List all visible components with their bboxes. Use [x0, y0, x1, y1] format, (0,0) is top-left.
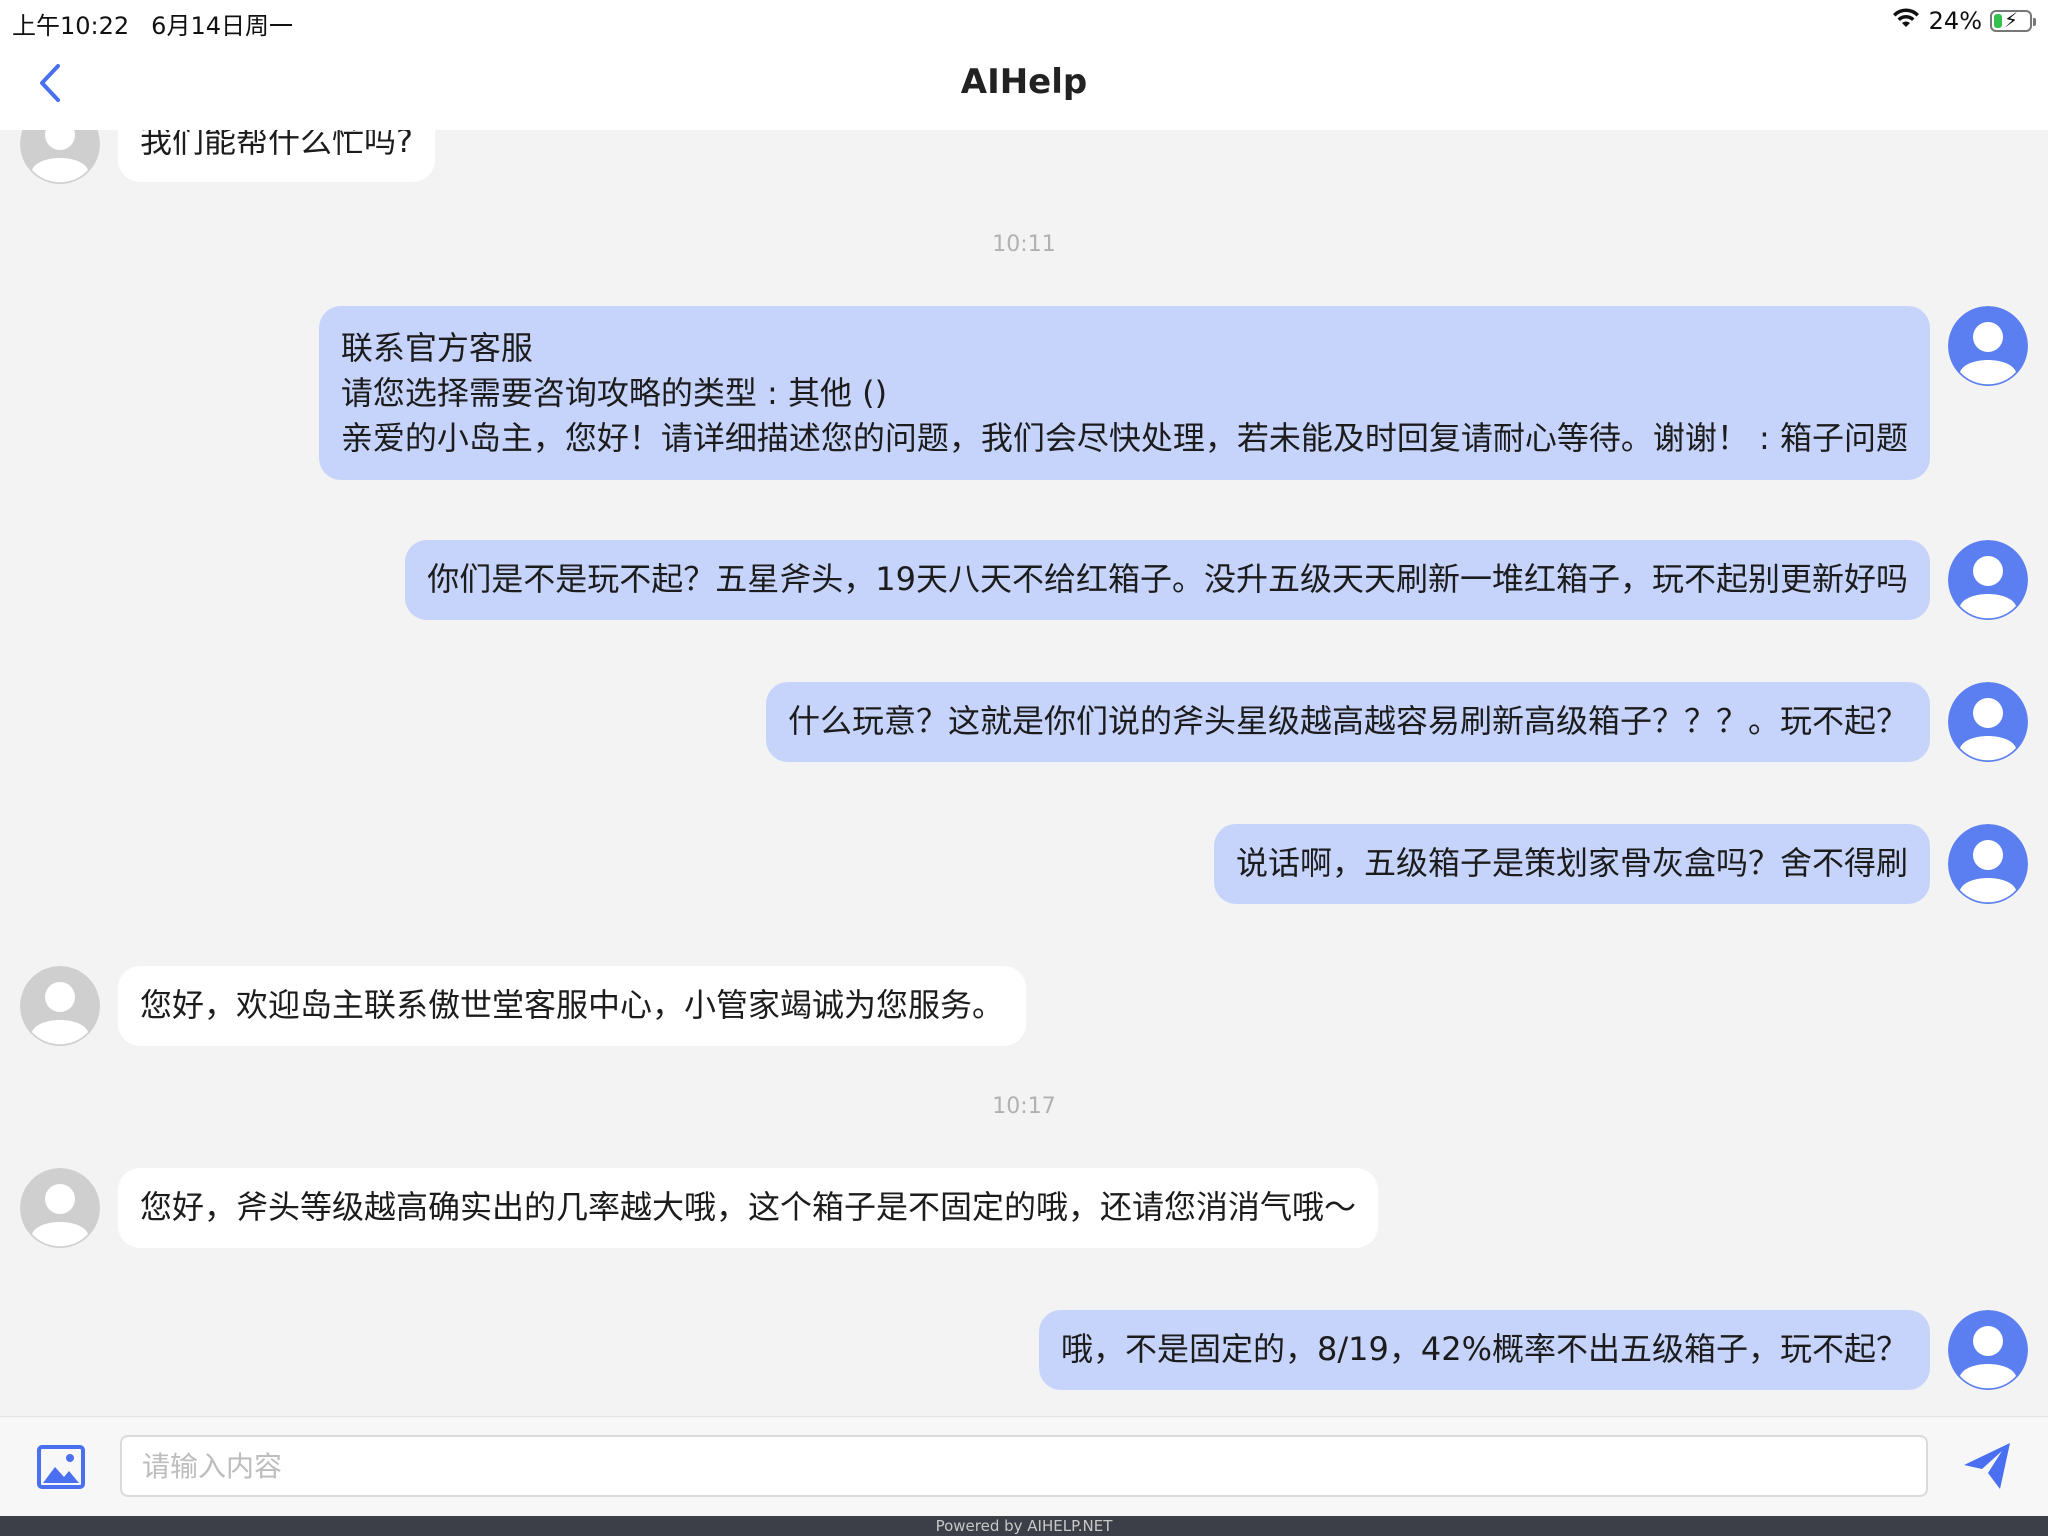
user-message-bubble: 什么玩意？这就是你们说的斧头星级越高越容易刷新高级箱子？？？。玩不起？	[765, 682, 1930, 762]
page-title: AIHelp	[960, 62, 1088, 102]
chat-area[interactable]: 我们能帮什么忙吗? 10:11 联系官方客服 请您选择需要咨询攻略的类型 : 其…	[0, 130, 2048, 1416]
send-icon	[1964, 1443, 2010, 1489]
input-bar	[0, 1416, 2048, 1516]
person-icon	[20, 966, 100, 1046]
person-icon	[1948, 682, 2028, 762]
battery-nub	[2033, 18, 2036, 26]
message-text: 请您选择需要咨询攻略的类型 : 其他 ()	[340, 374, 888, 412]
user-avatar	[1948, 824, 2028, 904]
status-time: 上午10:22	[12, 12, 130, 40]
status-date: 6月14日周一	[151, 12, 293, 40]
message-text: 哦，不是固定的，8/19，42%概率不出五级箱子，玩不起？	[1061, 1330, 1908, 1368]
message-text: 您好，欢迎岛主联系傲世堂客服中心，小管家竭诚为您服务。	[140, 986, 1005, 1024]
user-message-bubble: 说话啊，五级箱子是策划家骨灰盒吗？舍不得刷	[1213, 824, 1930, 904]
battery-level-fill	[1994, 14, 2002, 28]
agent-avatar	[20, 130, 100, 184]
message-text: 联系官方客服	[340, 329, 533, 367]
bolt-icon: ⚡	[2004, 8, 2019, 32]
message-text: 亲爱的小岛主，您好！请详细描述您的问题，我们会尽快处理，若未能及时回复请耐心等待…	[340, 419, 1908, 457]
person-icon	[1948, 824, 2028, 904]
image-icon	[37, 1445, 85, 1489]
battery-percent: 24%	[1928, 7, 1982, 35]
footer-powered-by: Powered by AIHELP.NET	[0, 1516, 2048, 1536]
time-stamp: 10:11	[992, 232, 1056, 257]
message-text: 什么玩意？这就是你们说的斧头星级越高越容易刷新高级箱子？？？。玩不起？	[787, 702, 1908, 740]
person-icon	[20, 130, 100, 184]
message-input[interactable]	[120, 1435, 1928, 1497]
message-text: 你们是不是玩不起？五星斧头，19天八天不给红箱子。没升五级天天刷新一堆红箱子，玩…	[427, 560, 1908, 598]
status-right: 24% ⚡	[1891, 6, 2036, 36]
app-root: 上午10:22 6月14日周一 24% ⚡ AIHelp 我们能帮什么忙吗? 1…	[0, 0, 2048, 1536]
agent-avatar	[20, 966, 100, 1046]
person-icon	[1948, 1310, 2028, 1390]
agent-message-bubble: 您好，斧头等级越高确实出的几率越大哦，这个箱子是不固定的哦，还请您消消气哦～	[118, 1168, 1379, 1248]
person-icon	[1948, 306, 2028, 386]
user-avatar	[1948, 682, 2028, 762]
status-bar: 上午10:22 6月14日周一 24% ⚡	[0, 0, 2048, 40]
message-text: 我们能帮什么忙吗?	[140, 130, 413, 160]
status-left: 上午10:22 6月14日周一	[12, 6, 293, 41]
user-message-bubble: 联系官方客服 请您选择需要咨询攻略的类型 : 其他 () 亲爱的小岛主，您好！请…	[318, 306, 1930, 480]
agent-message-bubble: 您好，欢迎岛主联系傲世堂客服中心，小管家竭诚为您服务。	[118, 966, 1027, 1046]
image-upload-button[interactable]	[36, 1443, 86, 1491]
wifi-icon	[1891, 6, 1921, 36]
user-message-bubble: 你们是不是玩不起？五星斧头，19天八天不给红箱子。没升五级天天刷新一堆红箱子，玩…	[405, 540, 1930, 620]
battery-charging-icon: ⚡	[1990, 8, 2036, 32]
user-avatar	[1948, 540, 2028, 620]
agent-message-bubble: 我们能帮什么忙吗?	[118, 130, 435, 182]
time-stamp: 10:17	[992, 1094, 1056, 1119]
person-icon	[1948, 540, 2028, 620]
agent-avatar	[20, 1168, 100, 1248]
message-text: 您好，斧头等级越高确实出的几率越大哦，这个箱子是不固定的哦，还请您消消气哦～	[140, 1188, 1357, 1226]
nav-bar: AIHelp	[0, 40, 2048, 130]
send-button[interactable]	[1960, 1439, 2014, 1493]
user-avatar	[1948, 306, 2028, 386]
user-avatar	[1948, 1310, 2028, 1390]
user-message-bubble: 哦，不是固定的，8/19，42%概率不出五级箱子，玩不起？	[1039, 1310, 1930, 1390]
message-text: 说话啊，五级箱子是策划家骨灰盒吗？舍不得刷	[1235, 844, 1908, 882]
person-icon	[20, 1168, 100, 1248]
